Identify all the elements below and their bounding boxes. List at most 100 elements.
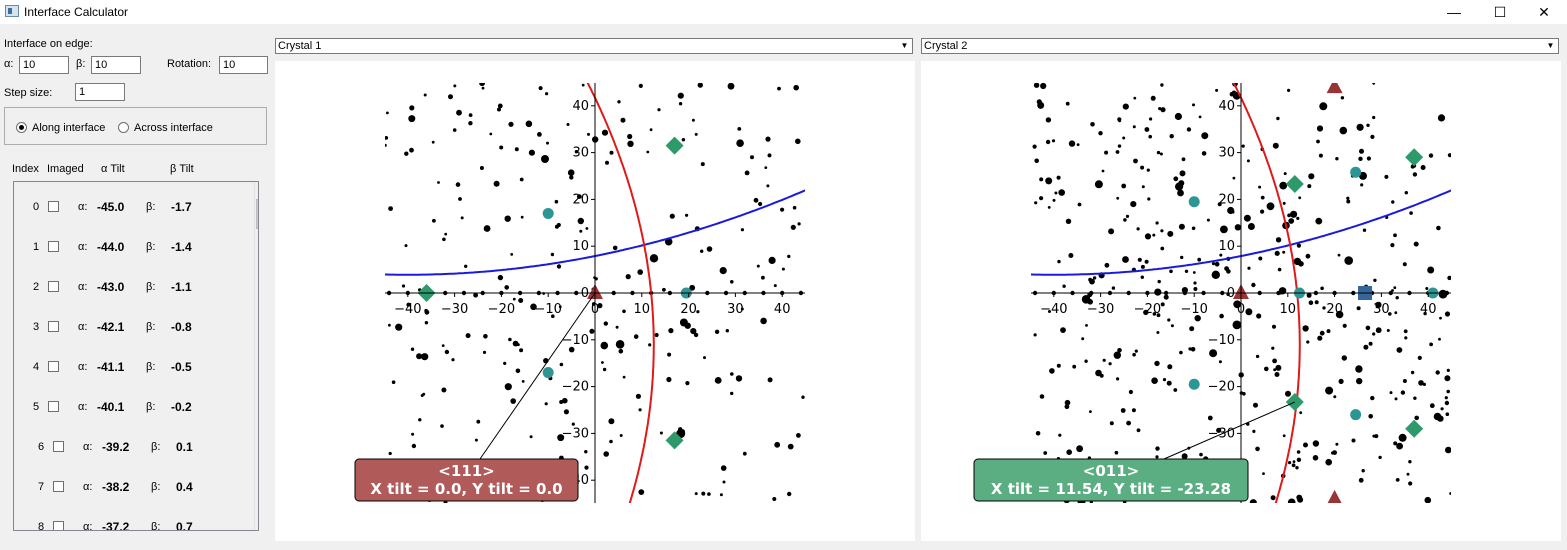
close-button[interactable]: ✕ xyxy=(1521,0,1567,24)
across-interface-radio[interactable] xyxy=(118,122,129,133)
lattice-point xyxy=(608,418,615,425)
chevron-down-icon[interactable]: ▼ xyxy=(1544,40,1557,52)
scroll-down-icon[interactable]: ▼ xyxy=(255,513,258,530)
list-scrollbar[interactable]: ▲ ▼ xyxy=(254,182,258,530)
lattice-point xyxy=(579,229,583,233)
lattice-point xyxy=(1358,477,1364,483)
lattice-point xyxy=(1148,134,1152,139)
pole-triangle-marker xyxy=(1327,489,1342,503)
tilt-list[interactable]: 0 α: -45.0 β: -1.7 1 α: -44.0 β: -1.4 2 α: -43.0 β: -1… xyxy=(13,181,259,531)
y-tick-label: 30 xyxy=(572,146,589,161)
lattice-point xyxy=(1136,428,1141,433)
beta-prefix: β: xyxy=(146,321,156,333)
imaged-checkbox[interactable] xyxy=(53,481,64,492)
step-size-input[interactable]: 1 xyxy=(75,83,125,101)
imaged-checkbox[interactable] xyxy=(53,441,64,452)
beta-tilt-value: -0.5 xyxy=(171,360,192,374)
crystal-1-chart[interactable]: −40−30−20−10010203040403020100−10−20−30−… xyxy=(275,61,915,541)
imaged-checkbox[interactable] xyxy=(48,401,59,412)
lattice-point xyxy=(1178,223,1185,230)
y-tick-label: −20 xyxy=(1208,380,1235,395)
lattice-point xyxy=(1444,396,1448,400)
maximize-button[interactable]: ☐ xyxy=(1477,0,1523,24)
lattice-point xyxy=(677,92,684,99)
lattice-point xyxy=(1318,153,1323,158)
crystal-2-chart[interactable]: −40−30−20−10010203040403020100−10−20−30−… xyxy=(921,61,1561,541)
lattice-point xyxy=(1062,284,1066,288)
lattice-point xyxy=(1274,372,1280,377)
lattice-point xyxy=(1122,136,1126,140)
along-interface-label[interactable]: Along interface xyxy=(32,122,105,134)
lattice-point xyxy=(1076,143,1080,146)
lattice-point xyxy=(725,329,729,333)
list-item[interactable]: 7 α: -38.2 β: 0.4 xyxy=(14,477,244,497)
lattice-point xyxy=(1166,380,1172,386)
minimize-button[interactable]: — xyxy=(1431,0,1477,24)
crystal-1-select[interactable]: Crystal 1 ▼ xyxy=(275,38,913,54)
list-item[interactable]: 8 α: -37.2 β: 0.7 xyxy=(14,517,244,530)
lattice-point xyxy=(1437,114,1446,122)
chevron-down-icon[interactable]: ▼ xyxy=(898,40,911,52)
lattice-point xyxy=(1111,286,1116,290)
lattice-point xyxy=(1429,403,1435,409)
list-item[interactable]: 1 α: -44.0 β: -1.4 xyxy=(14,237,244,257)
lattice-point xyxy=(1391,200,1395,204)
lattice-point xyxy=(654,332,659,338)
lattice-point xyxy=(1131,408,1136,413)
x-tick-label: 0 xyxy=(591,302,599,317)
lattice-point xyxy=(476,419,481,424)
lattice-point xyxy=(1298,196,1302,200)
lattice-point xyxy=(1045,177,1053,185)
lattice-point xyxy=(1275,237,1282,243)
beta-input[interactable]: 10 xyxy=(91,56,141,74)
along-interface-radio[interactable] xyxy=(16,122,27,133)
lattice-point xyxy=(1160,302,1165,307)
rotation-input[interactable]: 10 xyxy=(219,56,268,74)
lattice-point xyxy=(694,492,698,496)
lattice-point xyxy=(566,123,570,126)
list-item[interactable]: 2 α: -43.0 β: -1.1 xyxy=(14,277,244,297)
imaged-checkbox[interactable] xyxy=(48,201,59,212)
crystal-1-plot[interactable]: −40−30−20−10010203040403020100−10−20−30−… xyxy=(275,61,915,541)
imaged-checkbox[interactable] xyxy=(48,321,59,332)
list-item[interactable]: 0 α: -45.0 β: -1.7 xyxy=(14,197,244,217)
lattice-point xyxy=(1439,316,1442,320)
list-item[interactable]: 3 α: -42.1 β: -0.8 xyxy=(14,317,244,337)
header-imaged: Imaged xyxy=(47,163,84,175)
across-interface-label[interactable]: Across interface xyxy=(134,122,213,134)
crystal-2-plot[interactable]: −40−30−20−10010203040403020100−10−20−30−… xyxy=(921,61,1561,541)
imaged-checkbox[interactable] xyxy=(48,361,59,372)
lattice-point xyxy=(1101,169,1105,173)
lattice-point xyxy=(497,274,504,281)
lattice-point xyxy=(1134,349,1138,353)
imaged-checkbox[interactable] xyxy=(48,281,59,292)
lattice-point xyxy=(1370,134,1375,139)
alpha-input[interactable]: 10 xyxy=(19,56,69,74)
list-item[interactable]: 4 α: -41.1 β: -0.5 xyxy=(14,357,244,377)
lattice-point xyxy=(1398,433,1407,442)
list-item[interactable]: 5 α: -40.1 β: -0.2 xyxy=(14,397,244,417)
lattice-point xyxy=(1058,433,1062,437)
lattice-point xyxy=(1179,350,1183,355)
pole-circle-marker xyxy=(1350,166,1362,178)
scroll-up-icon[interactable]: ▲ xyxy=(255,182,258,199)
lattice-point xyxy=(473,292,478,298)
beta-tilt-value: -1.4 xyxy=(171,240,192,254)
imaged-checkbox[interactable] xyxy=(48,241,59,252)
lattice-point xyxy=(1342,323,1347,328)
lattice-point xyxy=(1249,499,1257,503)
scroll-thumb[interactable] xyxy=(256,199,258,229)
lattice-point xyxy=(1358,156,1363,161)
list-item[interactable]: 6 α: -39.2 β: 0.1 xyxy=(14,437,244,457)
crystal-2-select[interactable]: Crystal 2 ▼ xyxy=(921,38,1559,54)
lattice-point xyxy=(1160,229,1164,233)
lattice-point xyxy=(1394,311,1398,315)
imaged-checkbox[interactable] xyxy=(53,521,64,530)
lattice-point xyxy=(736,139,744,147)
lattice-point xyxy=(504,383,512,391)
lattice-point xyxy=(1356,123,1364,131)
lattice-point xyxy=(635,393,641,399)
lattice-point xyxy=(416,353,423,360)
lattice-point xyxy=(468,113,473,117)
lattice-point xyxy=(1099,373,1104,378)
